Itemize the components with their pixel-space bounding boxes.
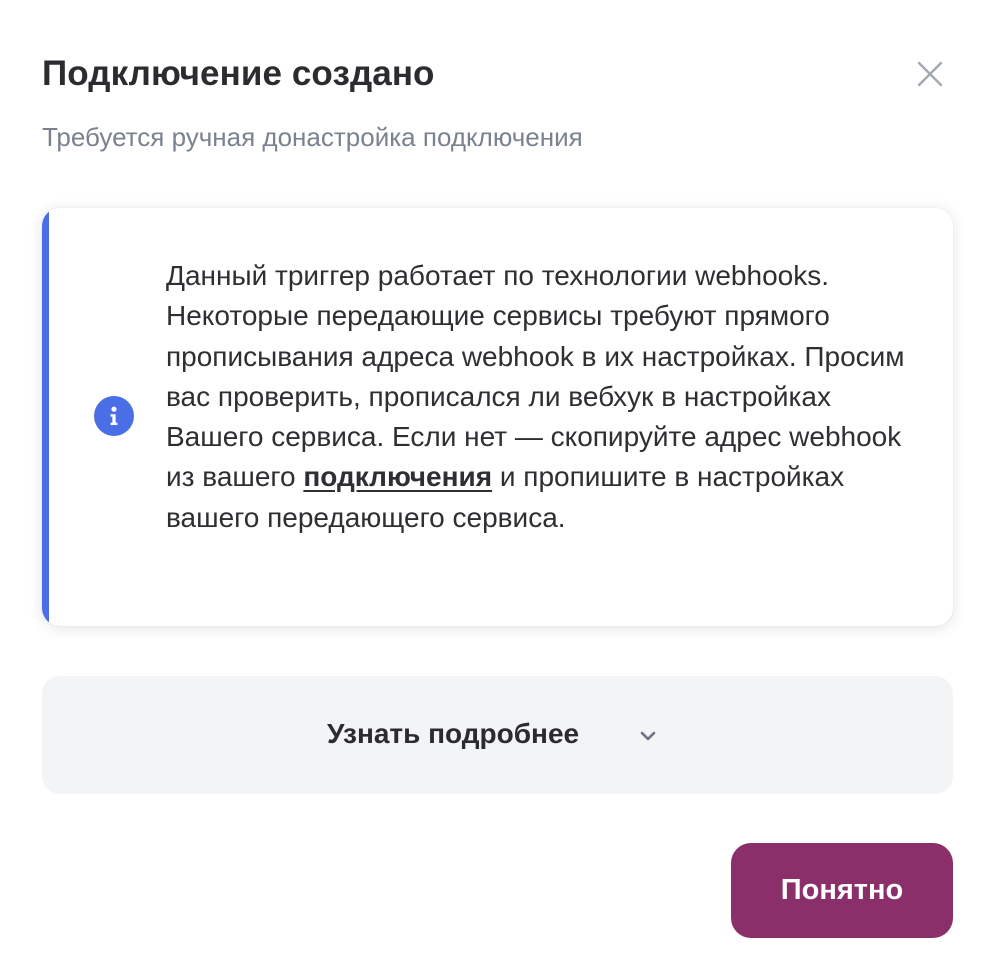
learn-more-label: Узнать подробнее [327,718,580,749]
close-button[interactable] [908,52,952,96]
dialog-title: Подключение создано [42,54,435,93]
dialog-subtitle: Требуется ручная донастройка подключения [42,122,583,152]
close-icon [917,61,943,87]
connection-link[interactable]: подключения [303,461,492,492]
ok-button[interactable]: Понятно [731,843,953,938]
info-accent-bar [42,208,49,626]
learn-more-toggle[interactable]: Узнать подробнее [42,676,953,794]
chevron-down-icon [640,731,656,741]
info-callout: Данный триггер работает по технологии we… [42,208,953,626]
info-message: Данный триггер работает по технологии we… [166,256,906,538]
connection-created-dialog: Подключение создано Требуется ручная дон… [0,0,986,972]
info-text-part-1: Данный триггер работает по технологии we… [166,260,905,493]
info-icon [94,396,134,436]
